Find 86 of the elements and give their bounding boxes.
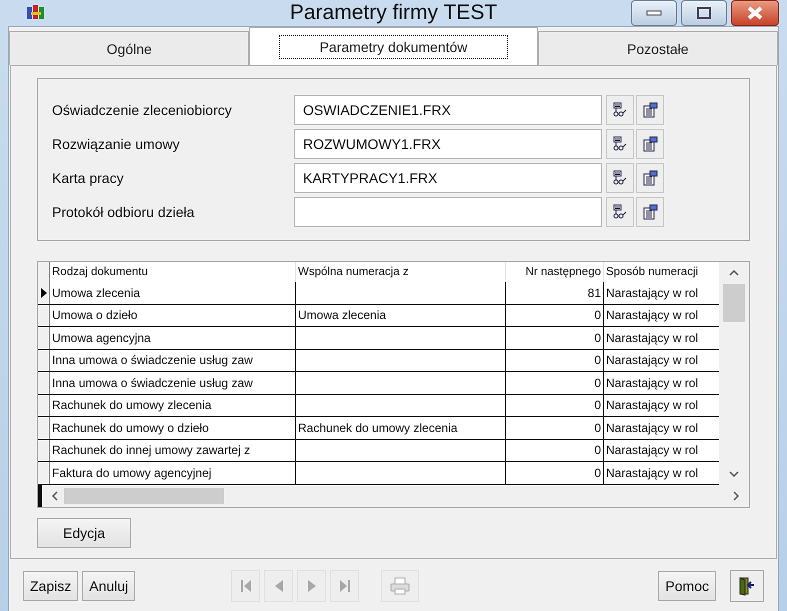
tab[interactable]: Pozostałe: [538, 31, 778, 65]
tab[interactable]: Ogólne: [9, 31, 250, 65]
table-cell: 0: [506, 417, 604, 438]
column-header[interactable]: Sposób numeracji: [604, 262, 719, 282]
table-cell: Rachunek do umowy o dzieło: [50, 417, 296, 438]
left-chevron-icon: [52, 490, 58, 500]
properties-button[interactable]: [636, 129, 664, 159]
table-cell: 0: [506, 304, 604, 326]
report-designer-icon: [612, 170, 628, 186]
table-cell: Inna umowa o świadczenie usług zaw: [50, 350, 296, 371]
table-cell-text: Narastający w rol: [605, 374, 700, 392]
input-field[interactable]: ROZWUMOWY1.FRX: [294, 129, 602, 159]
minimize-button[interactable]: [631, 0, 677, 26]
help-button[interactable]: Pomoc: [658, 570, 716, 600]
table-cell-text: Narastający w rol: [605, 352, 700, 370]
up-chevron-icon: [729, 270, 739, 276]
properties-button[interactable]: [636, 163, 664, 193]
row-pointer-icon: [40, 288, 46, 298]
field-label: Rozwiązanie umowy: [52, 136, 181, 152]
table-cell: Rachunek do umowy zlecenia: [50, 394, 296, 416]
report-button[interactable]: [606, 129, 634, 159]
table-cell: 0: [506, 372, 604, 394]
printer-icon: [390, 576, 410, 594]
report-button[interactable]: [606, 163, 634, 193]
properties-icon: [642, 204, 658, 220]
field-label: Oświadczenie zleceniobiorcy: [52, 102, 233, 118]
report-button[interactable]: [606, 197, 634, 227]
properties-icon: [642, 170, 658, 186]
input-field[interactable]: OSWIADCZENIE1.FRX: [294, 95, 602, 125]
table-cell: Faktura do umowy agencyjnej: [50, 462, 296, 484]
minimize-icon: [646, 10, 662, 16]
header-corner: [38, 262, 50, 282]
table-cell: Umowa o dzieło: [50, 304, 296, 326]
report-designer-icon: [612, 102, 628, 118]
table-cell-text: Narastający w rol: [605, 330, 700, 347]
row-selector[interactable]: [38, 440, 50, 461]
table-cell: Rachunek do innej umowy zawartej z: [50, 440, 296, 461]
input-field[interactable]: [294, 197, 602, 227]
properties-icon: [642, 136, 658, 152]
properties-icon: [642, 102, 658, 118]
save-button[interactable]: Zapisz: [23, 570, 78, 600]
table-cell-text: Narastający w rol: [605, 284, 700, 302]
table-cell: 0: [506, 462, 604, 484]
tab[interactable]: Parametry dokumentów: [249, 27, 538, 65]
row-selector[interactable]: [38, 350, 50, 371]
properties-button[interactable]: [636, 197, 664, 227]
table-cell: Umowa agencyjna: [50, 327, 296, 348]
row-selector[interactable]: [38, 304, 50, 326]
input-field[interactable]: KARTYPRACY1.FRX: [294, 163, 602, 193]
vertical-scrollbar[interactable]: [719, 262, 749, 484]
maximize-button[interactable]: [681, 0, 727, 26]
right-chevron-icon: [733, 490, 739, 500]
table-cell-text: Narastający w rol: [605, 464, 700, 482]
scroll-thumb[interactable]: [64, 488, 224, 504]
table-cell: Umowa zlecenia: [296, 304, 506, 326]
table-cell-text: Narastający w rol: [605, 442, 700, 460]
table-cell: 0: [506, 440, 604, 461]
horizontal-scrollbar[interactable]: [38, 484, 749, 506]
edit-button[interactable]: Edycja: [37, 518, 131, 548]
report-designer-icon: [612, 204, 628, 220]
maximize-icon: [697, 7, 711, 19]
table-cell: Umowa zlecenia: [50, 282, 296, 304]
table-cell: 81: [506, 282, 604, 304]
table-cell: 0: [506, 327, 604, 348]
close-icon: [747, 6, 763, 20]
table-cell-text: Narastający w rol: [605, 397, 700, 414]
table-cell: Rachunek do umowy zlecenia: [296, 417, 506, 438]
down-chevron-icon: [729, 470, 739, 476]
table-cell: 0: [506, 394, 604, 416]
window-title: Parametry firmy TEST: [290, 1, 498, 25]
field-label: Karta pracy: [52, 170, 125, 186]
exit-button[interactable]: [730, 570, 764, 602]
table-cell: 0: [506, 350, 604, 371]
cancel-button[interactable]: Anuluj: [82, 570, 136, 600]
door-exit-icon: [737, 576, 757, 596]
scroll-thumb[interactable]: [723, 284, 745, 322]
report-designer-icon: [612, 136, 628, 152]
table-cell: Inna umowa o świadczenie usług zaw: [50, 372, 296, 394]
row-selector[interactable]: [38, 394, 50, 416]
close-button[interactable]: [731, 0, 779, 26]
report-button[interactable]: [606, 95, 634, 125]
properties-button[interactable]: [636, 95, 664, 125]
table-cell-text: Narastający w rol: [605, 420, 700, 437]
row-selector[interactable]: [38, 282, 50, 304]
field-label: Protokół odbioru dzieła: [52, 204, 196, 220]
table-cell-text: Narastający w rol: [605, 307, 700, 324]
